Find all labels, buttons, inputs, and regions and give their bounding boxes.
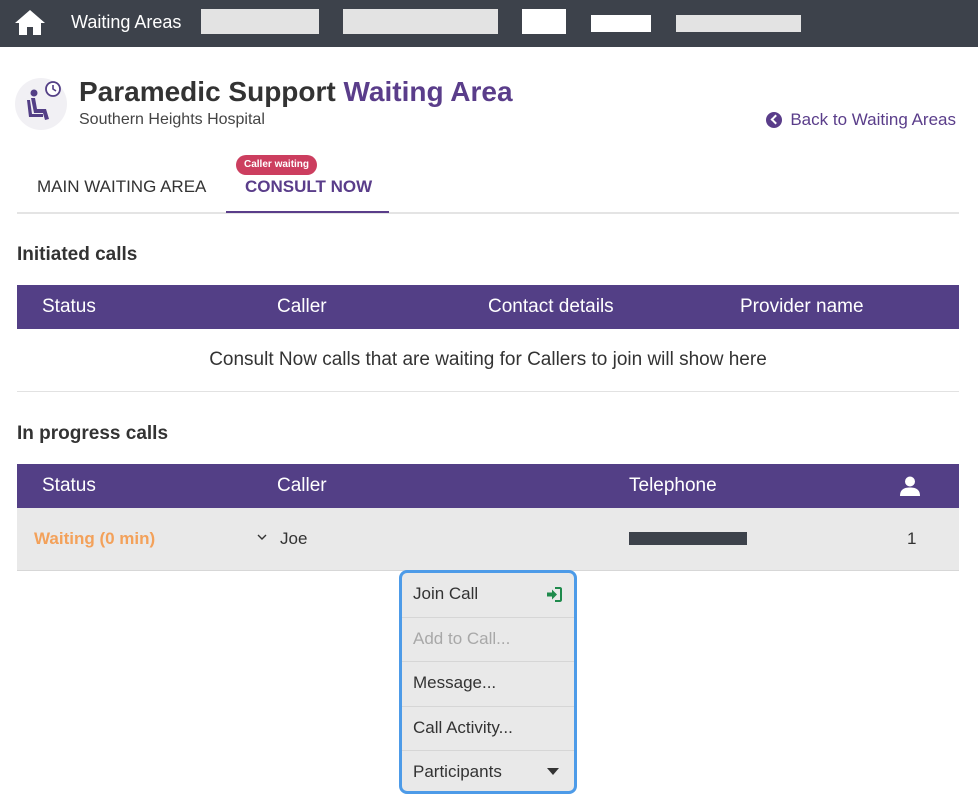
call-status: Waiting (0 min)	[34, 529, 156, 548]
initiated-calls-table-header: Status Caller Contact details Provider n…	[17, 285, 959, 329]
menu-item-label: Add to Call...	[413, 628, 511, 648]
caller-name[interactable]: Joe	[280, 529, 307, 549]
call-actions-menu: Join Call Add to Call... Message... Call…	[399, 570, 577, 794]
telephone-redacted	[629, 532, 747, 545]
page-title: Paramedic Support Waiting Area	[79, 76, 513, 108]
column-header-provider-name[interactable]: Provider name	[740, 296, 864, 318]
active-tab-indicator	[226, 211, 389, 213]
chevron-left-circle-icon	[766, 112, 783, 128]
participant-count: 1	[907, 529, 917, 548]
menu-item-label: Join Call	[413, 584, 479, 603]
home-icon[interactable]	[14, 8, 46, 36]
initiated-calls-heading: Initiated calls	[17, 244, 138, 265]
menu-item-label: Call Activity...	[413, 717, 513, 737]
nav-item-redacted-5[interactable]	[676, 15, 801, 32]
tab-consult-now[interactable]: CONSULT NOW	[245, 177, 372, 197]
menu-item-add-to-call: Add to Call...	[402, 618, 574, 662]
waiting-area-icon	[15, 78, 67, 130]
menu-item-message[interactable]: Message...	[402, 662, 574, 707]
column-header-caller[interactable]: Caller	[277, 296, 327, 318]
caller-waiting-badge: Caller waiting	[236, 155, 318, 175]
in-progress-calls-table-header: Status Caller Telephone	[17, 464, 959, 508]
top-nav-bar: Waiting Areas	[0, 0, 978, 47]
caret-down-icon	[547, 768, 559, 775]
tab-main-waiting-area[interactable]: MAIN WAITING AREA	[37, 177, 206, 197]
back-link-label: Back to Waiting Areas	[790, 110, 956, 129]
nav-item-redacted-3[interactable]	[522, 9, 566, 34]
nav-item-redacted-1[interactable]	[201, 9, 319, 34]
menu-item-call-activity[interactable]: Call Activity...	[402, 707, 574, 751]
table-row[interactable]: Waiting (0 min) Joe 1	[17, 508, 959, 571]
in-progress-calls-heading: In progress calls	[17, 423, 169, 444]
sign-in-icon	[547, 587, 562, 602]
page-title-main: Paramedic Support	[79, 76, 336, 107]
menu-item-label: Message...	[413, 673, 497, 692]
initiated-calls-empty-message: Consult Now calls that are waiting for C…	[17, 329, 959, 392]
menu-item-label: Participants	[413, 762, 502, 781]
chevron-down-icon[interactable]	[257, 532, 267, 542]
column-header-contact-details[interactable]: Contact details	[488, 296, 614, 318]
nav-brand-waiting-areas[interactable]: Waiting Areas	[71, 12, 181, 33]
waiting-area-tabs: MAIN WAITING AREA Caller waiting CONSULT…	[17, 150, 959, 214]
column-header-status[interactable]: Status	[42, 475, 96, 497]
back-to-waiting-areas-link[interactable]: Back to Waiting Areas	[766, 110, 956, 130]
clinic-name: Southern Heights Hospital	[79, 111, 265, 128]
column-header-status[interactable]: Status	[42, 296, 96, 318]
nav-item-redacted-2[interactable]	[343, 9, 498, 34]
column-header-caller[interactable]: Caller	[277, 475, 327, 497]
user-icon	[900, 476, 920, 496]
nav-item-redacted-4[interactable]	[591, 15, 651, 32]
menu-item-join-call[interactable]: Join Call	[402, 573, 574, 618]
page-title-accent: Waiting Area	[343, 76, 513, 107]
column-header-telephone[interactable]: Telephone	[629, 475, 717, 497]
menu-item-participants[interactable]: Participants	[402, 751, 574, 791]
